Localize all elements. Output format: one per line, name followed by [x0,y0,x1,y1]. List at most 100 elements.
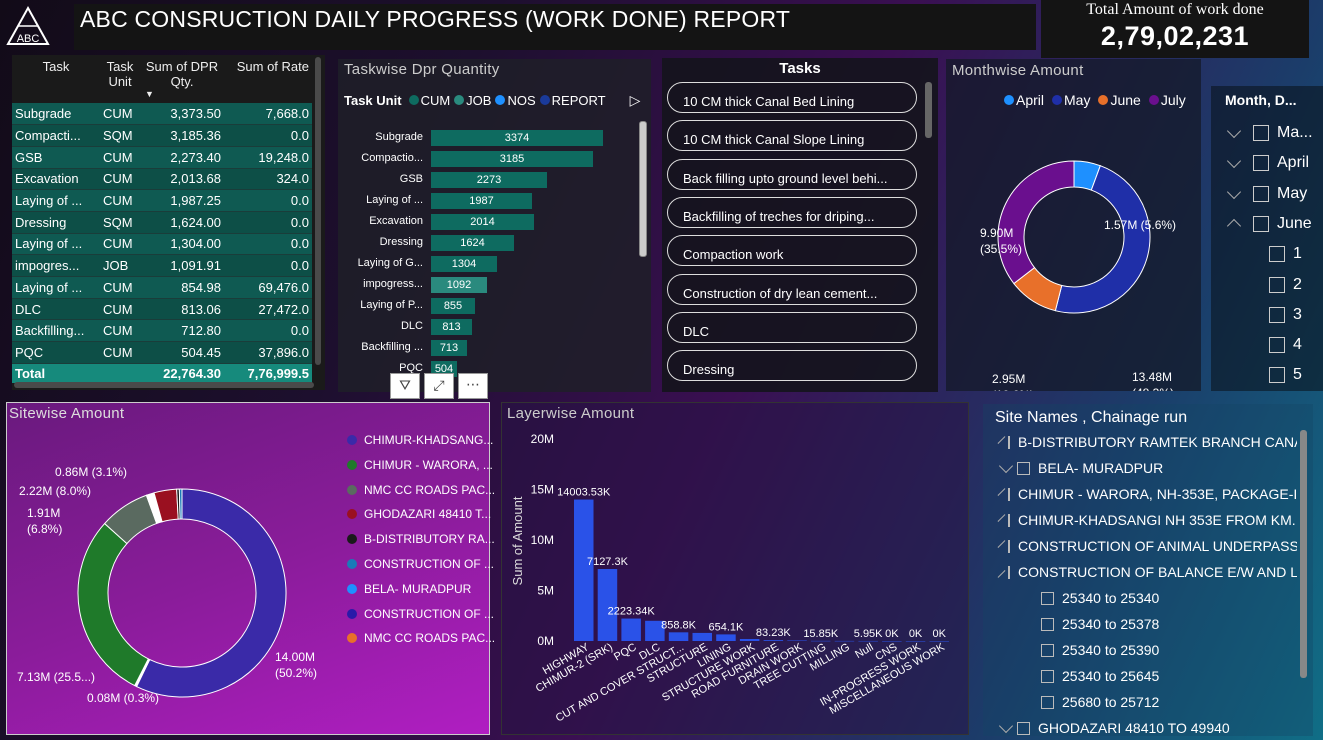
month-slicer-item[interactable]: Ma... [1225,123,1313,142]
legend-item[interactable]: NMC CC ROADS PAC... [347,631,495,645]
task-bar[interactable]: 3185 [431,151,593,167]
legend-item[interactable]: B-DISTRIBUTORY RA... [347,532,495,546]
task-bar[interactable]: 3374 [431,130,603,146]
site-slicer-item[interactable]: CHIMUR-KHADSANGI NH 353E FROM KM... [997,512,1297,528]
checkbox[interactable] [1041,695,1054,709]
month-slicer-item[interactable]: April [1225,154,1309,172]
site-slicer-item[interactable]: CHIMUR - WARORA, NH-353E, PACKAGE-II [997,486,1297,502]
filter-icon[interactable]: ⛛ [390,373,420,399]
site-donut-slice[interactable] [178,488,183,520]
legend-item[interactable]: REPORT [539,93,606,108]
month-slicer-item[interactable]: 2 [1269,276,1302,294]
task-bar-row[interactable]: PQC 504 [338,360,648,378]
legend-item[interactable]: CHIMUR - WARORA, ... [347,458,493,472]
table-horizontal-scrollbar[interactable] [14,382,314,388]
col-header-rate[interactable]: Sum of Rate [224,55,312,103]
task-bar-row[interactable]: Backfilling ... 713 [338,339,648,357]
table-row[interactable]: Excavation CUM 2,013.68 324.0 [12,168,312,191]
table-row[interactable]: Laying of ... CUM 1,304.00 0.0 [12,233,312,256]
checkbox[interactable] [1269,306,1285,323]
site-slicer-item[interactable]: BELA- MURADPUR [997,460,1297,476]
checkbox[interactable] [1008,513,1010,527]
task-bar-row[interactable]: impogress... 1092 [338,276,648,294]
checkbox[interactable] [1253,125,1269,141]
legend-item[interactable]: NMC CC ROADS PAC... [347,483,495,497]
legend-item[interactable]: June [1098,92,1141,108]
chevron-down-icon[interactable] [1226,123,1242,139]
chevron-down-icon[interactable] [1226,184,1242,199]
task-bar[interactable]: 2273 [431,172,547,188]
legend-item[interactable]: BELA- MURADPUR [347,582,471,596]
legend-item[interactable]: JOB [454,93,491,108]
site-slicer-item[interactable]: 25340 to 25340 [1041,590,1323,606]
checkbox[interactable] [1269,367,1285,384]
table-row[interactable]: PQC CUM 504.45 37,896.0 [12,341,312,364]
legend-item[interactable]: CONSTRUCTION OF ... [347,607,494,621]
table-row[interactable]: Dressing SQM 1,624.00 0.0 [12,211,312,234]
checkbox[interactable] [1253,215,1269,232]
task-bar[interactable]: 1987 [431,193,532,209]
task-slicer-item[interactable]: 10 CM thick Canal Bed Lining [667,82,917,113]
task-bar-row[interactable]: Laying of G... 1304 [338,255,648,273]
site-slicer-item[interactable]: CONSTRUCTION OF BALANCE E/W AND LI... [997,564,1297,580]
task-bar-row[interactable]: Laying of P... 855 [338,297,648,315]
task-bar-row[interactable]: DLC 813 [338,318,648,336]
table-row[interactable]: Subgrade CUM 3,373.50 7,668.0 [12,103,312,126]
col-header-task-unit[interactable]: Task Unit [100,55,140,103]
month-slicer-item[interactable]: 3 [1269,306,1302,324]
checkbox[interactable] [1269,276,1285,293]
legend-item[interactable]: CUM [408,93,450,108]
checkbox[interactable] [1253,155,1269,172]
legend-item[interactable]: NOS [495,93,536,108]
checkbox[interactable] [1041,617,1054,631]
legend-item[interactable]: CHIMUR-KHADSANG... [347,433,493,447]
task-slicer-item[interactable]: Dressing [667,350,917,382]
month-slicer-item[interactable]: 5 [1269,366,1302,384]
task-bar-row[interactable]: Dressing 1624 [338,234,648,252]
checkbox[interactable] [1008,539,1010,553]
site-slicer-item[interactable]: 25340 to 25378 [1041,616,1323,632]
month-slicer-item[interactable]: June [1225,215,1312,233]
chevron-down-icon[interactable] [998,720,1014,734]
table-row[interactable]: Backfilling... CUM 712.80 0.0 [12,319,312,343]
month-donut-slice[interactable] [997,160,1075,285]
task-bar[interactable]: 813 [431,319,472,335]
col-header-task[interactable]: Task [12,55,100,103]
layer-bar[interactable] [716,634,736,641]
chevron-down-icon[interactable] [997,514,1006,522]
checkbox[interactable] [1017,461,1030,475]
checkbox[interactable] [1269,337,1285,354]
checkbox[interactable] [1017,721,1030,735]
month-donut-slice[interactable] [1054,165,1151,314]
month-slicer-item[interactable]: 1 [1269,245,1302,263]
site-donut-slice[interactable] [77,522,150,687]
table-row[interactable]: Laying of ... CUM 1,987.25 0.0 [12,189,312,212]
checkbox[interactable] [1041,591,1054,605]
layer-bar[interactable] [739,638,760,641]
table-row[interactable]: Compacti... SQM 3,185.36 0.0 [12,124,312,147]
chevron-down-icon[interactable] [1226,154,1242,169]
task-bar[interactable]: 713 [431,340,467,356]
month-slicer-item[interactable]: May [1225,184,1307,203]
site-slicer-item[interactable]: CONSTRUCTION OF ANIMAL UNDERPASSE... [997,538,1297,554]
task-slicer-item[interactable]: Back filling upto ground level behi... [667,158,917,190]
chevron-down-icon[interactable] [997,488,1006,496]
table-row[interactable]: GSB CUM 2,273.40 19,248.0 [12,146,312,169]
task-slicer-item[interactable]: Compaction work [667,235,917,267]
legend-item[interactable]: CONSTRUCTION OF ... [347,557,494,571]
month-slicer-item[interactable]: 4 [1269,336,1302,354]
layer-bar[interactable] [574,499,594,641]
legend-next-arrow-icon[interactable]: ▷ [630,92,641,109]
checkbox[interactable] [1253,185,1269,202]
task-bar[interactable]: 1304 [431,256,497,272]
task-slicer-item[interactable]: Construction of dry lean cement... [667,273,917,305]
legend-item[interactable]: July [1148,92,1186,108]
checkbox[interactable] [1008,487,1010,501]
legend-item[interactable]: May [1052,92,1090,108]
table-row[interactable]: Laying of ... CUM 854.98 69,476.0 [12,276,312,299]
site-slicer-item[interactable]: 25680 to 25712 [1041,694,1323,710]
task-bar[interactable]: 855 [431,298,475,314]
table-row[interactable]: impogres... JOB 1,091.91 0.0 [12,254,312,277]
more-options-icon[interactable]: ⋯ [458,373,488,399]
table-row[interactable]: DLC CUM 813.06 27,472.0 [12,298,312,321]
